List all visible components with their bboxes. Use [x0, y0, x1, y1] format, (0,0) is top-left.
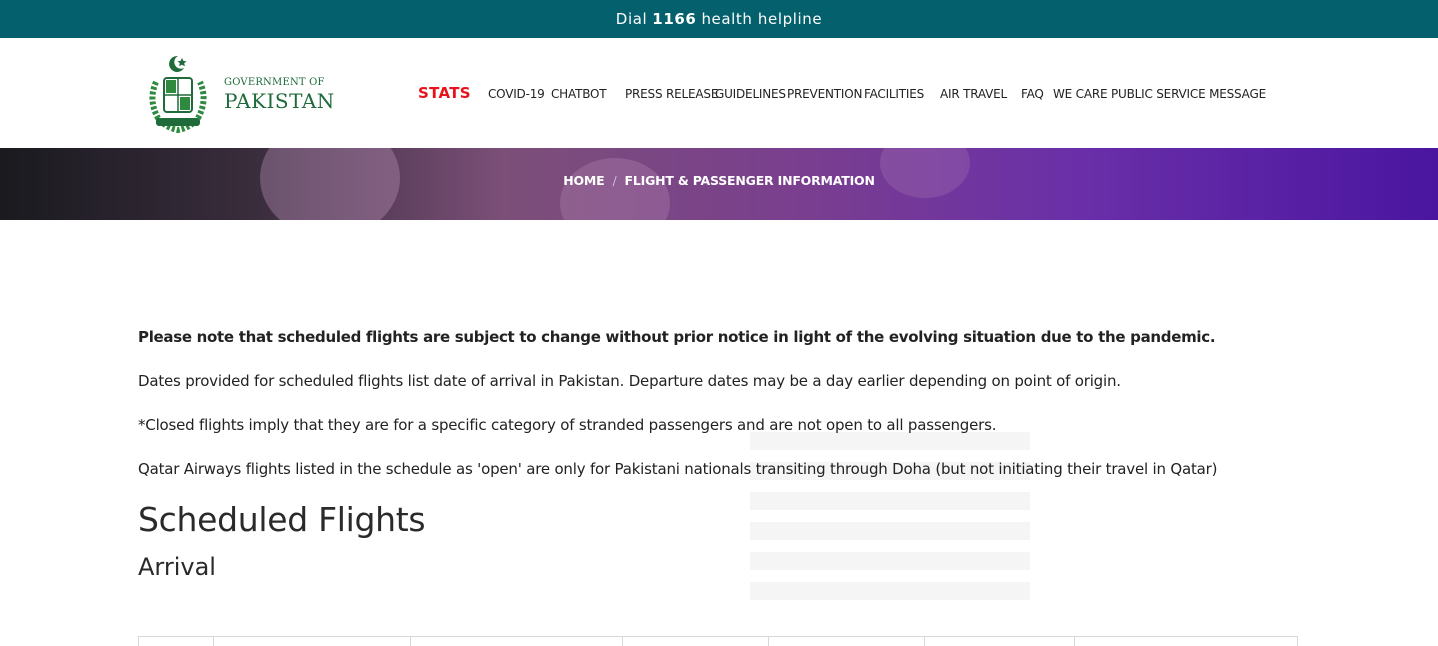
notice-closed-flights: *Closed flights imply that they are for …: [138, 416, 997, 434]
notice-qatar-airways: Qatar Airways flights listed in the sche…: [138, 460, 1218, 478]
table-column-divider: [924, 637, 925, 646]
helpline-prefix: Dial: [615, 10, 648, 28]
nav-covid-19[interactable]: COVID-19: [488, 87, 545, 101]
helpline-suffix: health helpline: [701, 10, 823, 28]
table-column-divider: [622, 637, 623, 646]
arrival-flights-table: [138, 636, 1298, 646]
scheduled-flights-heading: Scheduled Flights: [138, 500, 426, 539]
nav-prevention[interactable]: PREVENTION: [787, 87, 862, 101]
page-banner: HOME / FLIGHT & PASSENGER INFORMATION: [0, 148, 1438, 220]
nav-public-service-message[interactable]: PUBLIC SERVICE MESSAGE: [1111, 87, 1266, 101]
background-watermark: [750, 430, 1030, 600]
helpline-number: 1166: [652, 10, 697, 28]
table-column-divider: [213, 637, 214, 646]
nav-facilities[interactable]: FACILITIES: [864, 87, 924, 101]
table-column-divider: [768, 637, 769, 646]
table-column-divider: [410, 637, 411, 646]
breadcrumb: HOME / FLIGHT & PASSENGER INFORMATION: [0, 173, 1438, 188]
breadcrumb-separator: /: [612, 173, 617, 188]
nav-chatbot[interactable]: CHATBOT: [551, 87, 607, 101]
site-header: GOVERNMENT OF PAKISTAN STATS COVID-19 CH…: [0, 38, 1438, 148]
breadcrumb-home[interactable]: HOME: [563, 173, 604, 188]
nav-guidelines[interactable]: GUIDELINES: [715, 87, 786, 101]
main-nav: STATS COVID-19 CHATBOT PRESS RELEASE GUI…: [0, 38, 1438, 148]
nav-press-release[interactable]: PRESS RELEASE: [625, 87, 718, 101]
nav-air-travel[interactable]: AIR TRAVEL: [940, 87, 1007, 101]
helpline-bar: Dial 1166 health helpline: [0, 0, 1438, 38]
nav-stats[interactable]: STATS: [418, 84, 471, 102]
nav-we-care[interactable]: WE CARE: [1053, 87, 1108, 101]
virus-graphic: [560, 158, 670, 220]
table-column-divider: [1074, 637, 1075, 646]
notice-schedule-change: Please note that scheduled flights are s…: [138, 328, 1216, 346]
notice-arrival-dates: Dates provided for scheduled flights lis…: [138, 372, 1121, 390]
arrival-heading: Arrival: [138, 553, 216, 581]
breadcrumb-current: FLIGHT & PASSENGER INFORMATION: [624, 173, 875, 188]
nav-faq[interactable]: FAQ: [1021, 87, 1044, 101]
